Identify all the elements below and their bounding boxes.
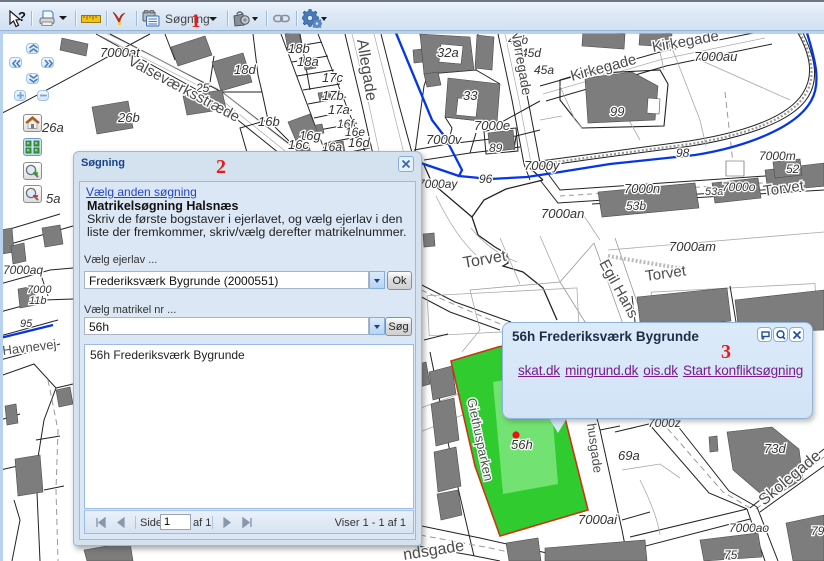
svg-text:7000e: 7000e <box>474 118 510 133</box>
svg-text:7000an: 7000an <box>541 206 584 221</box>
svg-text:45a: 45a <box>534 63 554 77</box>
svg-text:7000v: 7000v <box>426 132 463 147</box>
svg-text:5a: 5a <box>46 191 60 206</box>
svg-text:7000au: 7000au <box>694 49 737 64</box>
svg-text:32a: 32a <box>437 45 459 60</box>
svg-text:75: 75 <box>724 548 738 561</box>
svg-text:7000n: 7000n <box>624 181 660 196</box>
svg-text:17c: 17c <box>322 70 343 85</box>
svg-text:89: 89 <box>489 141 503 155</box>
svg-text:16d: 16d <box>348 135 370 150</box>
svg-text:?: ? <box>18 10 26 24</box>
svg-text:7000y: 7000y <box>524 158 561 173</box>
svg-text:18d: 18d <box>234 62 256 77</box>
svg-text:7000ai: 7000ai <box>578 512 618 527</box>
svg-text:11b: 11b <box>29 295 47 307</box>
svg-text:98: 98 <box>676 146 690 160</box>
svg-text:17b: 17b <box>322 88 344 103</box>
svg-text:96: 96 <box>479 172 493 186</box>
svg-text:17a: 17a <box>328 102 350 117</box>
svg-text:95: 95 <box>20 318 33 330</box>
svg-text:7000ao: 7000ao <box>729 521 769 535</box>
svg-text:73d: 73d <box>764 441 786 456</box>
svg-text:26b: 26b <box>117 110 140 125</box>
svg-text:56h: 56h <box>511 437 533 452</box>
svg-text:7000am: 7000am <box>669 239 716 254</box>
svg-text:7000o: 7000o <box>722 180 756 194</box>
svg-text:26a: 26a <box>41 120 64 135</box>
svg-text:7000m: 7000m <box>759 149 796 163</box>
svg-text:7000aq: 7000aq <box>3 263 43 277</box>
svg-text:18a: 18a <box>297 54 319 69</box>
svg-text:7000ay: 7000ay <box>418 177 458 191</box>
svg-text:99: 99 <box>610 104 624 119</box>
svg-text:16c: 16c <box>288 137 309 152</box>
svg-text:33: 33 <box>463 88 478 103</box>
svg-text:69a: 69a <box>618 448 640 463</box>
svg-text:16b: 16b <box>258 114 280 129</box>
svg-text:53a: 53a <box>705 186 723 198</box>
svg-text:79: 79 <box>811 524 824 538</box>
svg-text:52: 52 <box>786 162 800 176</box>
svg-text:53b: 53b <box>626 199 646 213</box>
